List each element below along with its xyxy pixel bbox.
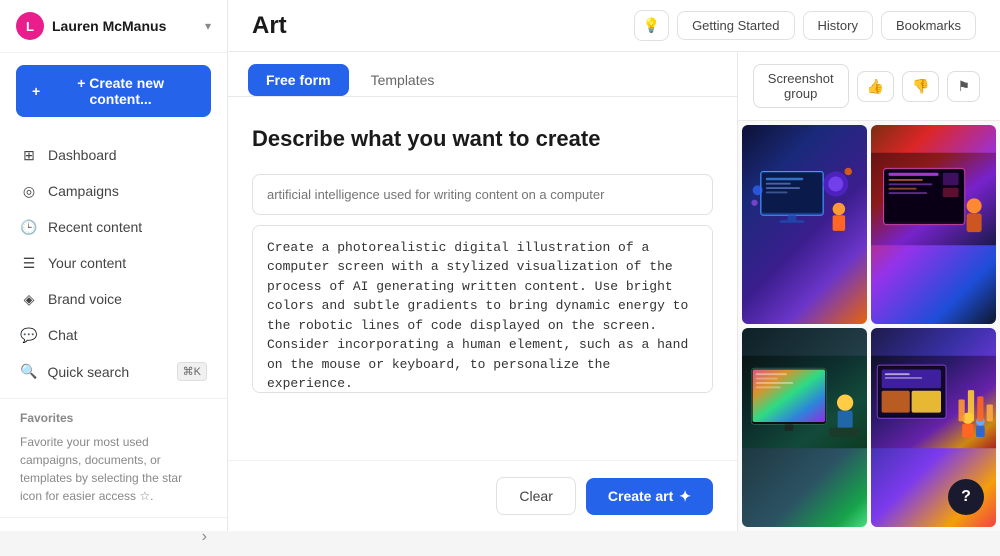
flag-button[interactable]: ⚑ <box>947 71 980 102</box>
topbar-actions: 💡 Getting Started History Bookmarks <box>634 10 976 41</box>
clear-button[interactable]: Clear <box>496 477 575 515</box>
sidebar-collapse-footer[interactable]: › <box>0 517 227 556</box>
sidebar-item-quick-search[interactable]: 🔍 Quick search ⌘K <box>0 353 227 390</box>
content-area: Free form Templates Describe what you wa… <box>228 52 1000 531</box>
form-heading: Describe what you want to create <box>252 125 713 154</box>
user-menu[interactable]: L Lauren McManus ▾ <box>0 0 227 53</box>
thumbs-down-button[interactable]: 👎 <box>902 71 939 102</box>
prompt-textarea[interactable]: Create a photorealistic digital illustra… <box>252 225 713 393</box>
bulb-button[interactable]: 💡 <box>634 10 669 41</box>
chat-icon: 💬 <box>20 326 38 344</box>
avatar: L <box>16 12 44 40</box>
bulb-icon: 💡 <box>643 17 660 33</box>
sidebar-item-dashboard[interactable]: ⊞ Dashboard <box>0 137 227 173</box>
action-bar: Clear Create art ✦ <box>228 460 737 531</box>
sidebar: L Lauren McManus ▾ + + Create new conten… <box>0 0 228 531</box>
image-cell-2[interactable] <box>871 125 996 324</box>
topic-input[interactable] <box>252 174 713 215</box>
page-title: Art <box>252 12 287 40</box>
sidebar-item-your-content[interactable]: ☰ Your content <box>0 245 227 281</box>
sidebar-item-campaigns[interactable]: ◎ Campaigns <box>0 173 227 209</box>
favorites-title: Favorites <box>20 411 207 425</box>
tab-free-form[interactable]: Free form <box>248 64 349 96</box>
right-panel-header: Screenshot group 👍 👎 ⚑ <box>738 52 1000 121</box>
right-panel: Screenshot group 👍 👎 ⚑ <box>738 52 1000 531</box>
create-new-content-button[interactable]: + + Create new content... <box>16 65 211 117</box>
images-grid <box>738 121 1000 531</box>
screenshot-group-button[interactable]: Screenshot group <box>753 64 849 108</box>
history-button[interactable]: History <box>803 11 873 40</box>
tab-templates[interactable]: Templates <box>353 64 453 96</box>
recent-content-icon: 🕒 <box>20 218 38 236</box>
form-area: Describe what you want to create Create … <box>228 97 737 460</box>
dashboard-icon: ⊞ <box>20 146 38 164</box>
sparkle-icon: ✦ <box>679 488 691 505</box>
your-content-icon: ☰ <box>20 254 38 272</box>
plus-icon: + <box>32 83 40 99</box>
left-panel: Free form Templates Describe what you wa… <box>228 52 738 531</box>
tabs: Free form Templates <box>228 52 737 97</box>
sidebar-item-recent-content[interactable]: 🕒 Recent content <box>0 209 227 245</box>
getting-started-button[interactable]: Getting Started <box>677 11 794 40</box>
keyboard-shortcut: ⌘K <box>177 362 207 381</box>
flag-icon: ⚑ <box>957 78 970 94</box>
image-cell-3[interactable] <box>742 328 867 527</box>
sidebar-item-chat[interactable]: 💬 Chat <box>0 317 227 353</box>
quick-search-icon: 🔍 <box>20 363 37 380</box>
bookmarks-button[interactable]: Bookmarks <box>881 11 976 40</box>
help-button[interactable]: ? <box>948 479 984 515</box>
thumbs-down-icon: 👎 <box>912 78 929 94</box>
user-name: Lauren McManus <box>52 18 166 34</box>
favorites-section: Favorites Favorite your most used campai… <box>0 398 227 517</box>
nav-list: ⊞ Dashboard ◎ Campaigns 🕒 Recent content… <box>0 129 227 398</box>
help-icon: ? <box>961 488 971 506</box>
thumbs-up-icon: 👍 <box>867 78 884 94</box>
campaigns-icon: ◎ <box>20 182 38 200</box>
chevron-down-icon: ▾ <box>205 19 211 33</box>
main-area: Art 💡 Getting Started History Bookmarks … <box>228 0 1000 531</box>
thumbs-up-button[interactable]: 👍 <box>857 71 894 102</box>
topbar: Art 💡 Getting Started History Bookmarks <box>228 0 1000 52</box>
brand-voice-icon: ◈ <box>20 290 38 308</box>
sidebar-item-brand-voice[interactable]: ◈ Brand voice <box>0 281 227 317</box>
create-art-button[interactable]: Create art ✦ <box>586 478 713 515</box>
image-cell-1[interactable] <box>742 125 867 324</box>
favorites-description: Favorite your most used campaigns, docum… <box>20 433 207 505</box>
